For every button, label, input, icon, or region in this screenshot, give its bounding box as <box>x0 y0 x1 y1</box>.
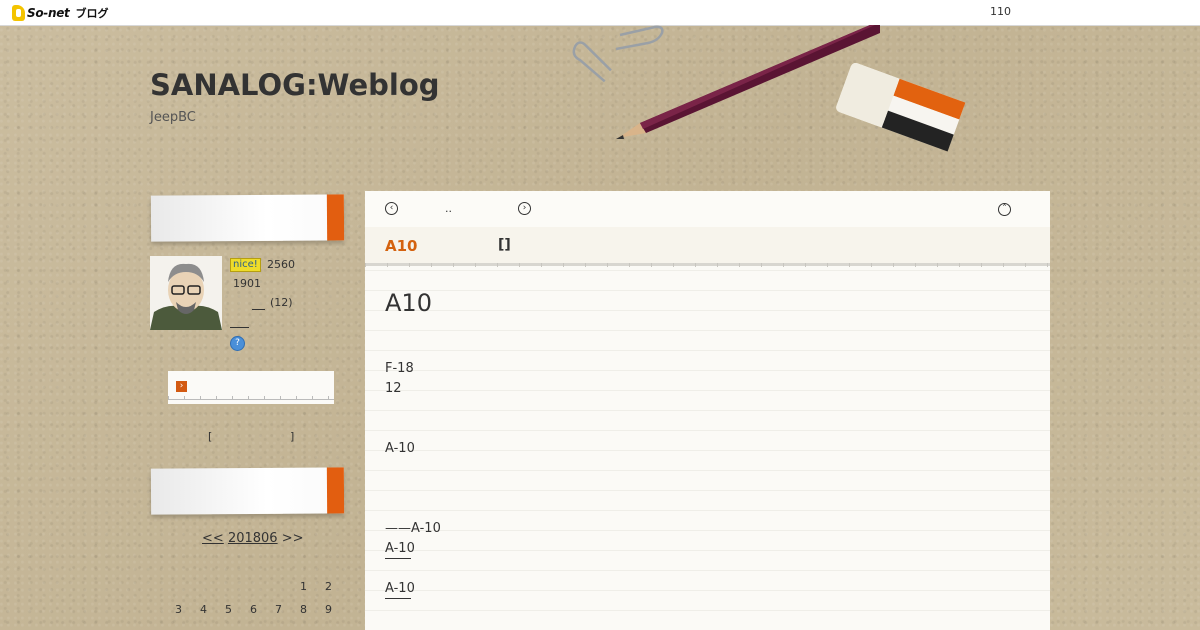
calendar-day <box>166 580 191 603</box>
sonet-logo-icon <box>12 5 25 21</box>
topbar-count[interactable]: 110 <box>990 5 1011 18</box>
separator-dash <box>385 598 411 599</box>
bracket-right: ] <box>290 430 295 443</box>
pencil-icon <box>616 25 880 139</box>
avatar-illustration <box>150 256 222 330</box>
help-icon[interactable]: ? <box>230 336 245 351</box>
bracket-left: [ <box>208 430 213 443</box>
sidebar-calendar-header <box>150 467 345 515</box>
search-arrow-icon[interactable]: › <box>176 381 187 392</box>
header-decoration <box>572 25 966 152</box>
calendar-week: 3 4 5 6 7 8 9 <box>166 603 344 626</box>
article-title: A10 <box>385 289 432 317</box>
site-description: JeepBC <box>150 110 196 125</box>
calendar-day[interactable]: 1 <box>291 580 316 603</box>
calendar-day[interactable]: 7 <box>266 603 291 626</box>
article-line: A-10 <box>385 441 415 456</box>
calendar-day[interactable]: 9 <box>316 603 341 626</box>
site-title[interactable]: SANALOG:Weblog <box>150 68 440 102</box>
article-line: A-10 <box>385 541 415 556</box>
calendar-day[interactable]: 4 <box>191 603 216 626</box>
avatar[interactable] <box>150 256 222 330</box>
article-line: ——A-10 <box>385 521 441 536</box>
calendar-day[interactable]: 5 <box>216 603 241 626</box>
nav-dots: .. <box>445 202 452 215</box>
category-brackets: [] <box>498 237 511 253</box>
brand-name: So-net <box>27 6 70 20</box>
profile-link[interactable] <box>252 296 265 310</box>
page-top-icon[interactable]: ˄ <box>998 203 1011 216</box>
calendar-next-link[interactable]: >> <box>282 531 304 546</box>
ruler-divider <box>168 396 334 400</box>
calendar-week: 1 2 <box>166 580 344 603</box>
article-line: 12 <box>385 381 402 396</box>
eraser-icon <box>836 62 966 152</box>
sidebar-profile-header <box>150 194 345 242</box>
nice-badge[interactable]: nice! <box>230 258 261 272</box>
calendar-day <box>241 580 266 603</box>
next-article-icon[interactable]: › <box>518 202 531 215</box>
profile-link-2[interactable] <box>230 315 249 328</box>
top-bar: So-net ブログ 110 <box>0 0 1200 26</box>
calendar-day[interactable]: 8 <box>291 603 316 626</box>
calendar-day <box>216 580 241 603</box>
ruler-divider <box>365 263 1050 267</box>
calendar-nav: << 201806 >> <box>202 531 304 546</box>
calendar-grid: 1 2 3 4 5 6 7 8 9 <box>166 580 344 626</box>
nice-count: 2560 <box>267 258 295 271</box>
category-link[interactable]: A10 <box>385 237 417 255</box>
calendar-day[interactable]: 3 <box>166 603 191 626</box>
reader-count: 1901 <box>233 277 261 290</box>
accent-tab <box>326 194 345 241</box>
calendar-day[interactable]: 2 <box>316 580 341 603</box>
paren-count: (12) <box>270 296 293 309</box>
calendar-day[interactable]: 6 <box>241 603 266 626</box>
article-line: A-10 <box>385 581 415 596</box>
prev-article-icon[interactable]: ‹ <box>385 202 398 215</box>
article-panel: ‹ .. › ˄ A10 [] A10 F-18 12 A-10 ——A-10 … <box>365 191 1050 630</box>
calendar-day <box>191 580 216 603</box>
accent-tab <box>326 467 345 514</box>
sonet-blog-logo[interactable]: So-net ブログ <box>12 4 109 22</box>
calendar-month-link[interactable]: 201806 <box>228 531 278 546</box>
article-nav: ‹ .. › ˄ <box>365 191 1050 227</box>
separator-dash <box>385 558 411 559</box>
category-row <box>365 227 1050 266</box>
search-box[interactable]: › <box>168 371 334 404</box>
article-line: F-18 <box>385 361 414 376</box>
paperclip-icon <box>572 25 664 83</box>
brand-sub: ブログ <box>75 7 109 20</box>
calendar-day <box>266 580 291 603</box>
calendar-prev-link[interactable]: << <box>202 531 224 546</box>
